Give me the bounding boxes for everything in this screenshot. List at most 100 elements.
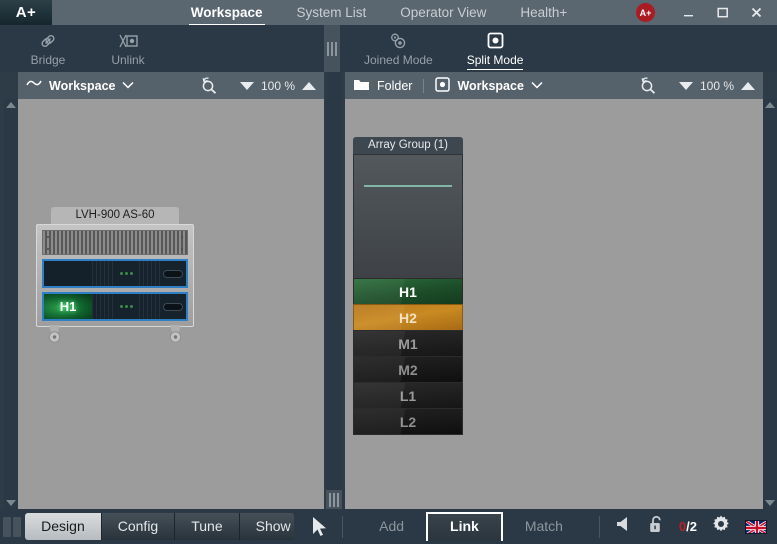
mode-segmented-control: Design Config Tune Show (25, 513, 295, 540)
bottom-divider (598, 515, 600, 538)
speaker-icon[interactable] (614, 515, 634, 538)
left-panel-view-label[interactable]: Workspace (49, 79, 115, 93)
mode-tune-button[interactable]: Tune (175, 513, 240, 540)
left-panel-zoom-value: 100 % (260, 78, 295, 93)
right-canvas[interactable]: Array Group (1) H1 H2 M1 (345, 99, 763, 509)
array-element-h1[interactable]: H1 (353, 278, 463, 305)
toolbar: Bridge Unlink Joined Mode Split Mode (0, 25, 777, 72)
left-panel-header: Workspace 100 % (18, 72, 324, 99)
tab-system-list-label: System List (296, 4, 367, 20)
tab-workspace-label: Workspace (190, 4, 263, 20)
array-element-m1[interactable]: M1 (353, 330, 463, 357)
action-link-label: Link (450, 518, 479, 534)
panel-gutter (326, 72, 342, 490)
right-panel-header: Folder Workspace 100 % (345, 72, 763, 99)
bottom-bar: Design Config Tune Show Add Link Match 0… (0, 509, 777, 544)
wave-icon (26, 78, 42, 93)
maximize-icon[interactable] (705, 0, 739, 25)
beam-overlay (354, 383, 462, 408)
array-element-m2[interactable]: M2 (353, 356, 463, 383)
minimize-icon[interactable] (671, 0, 705, 25)
left-panel-vscrollbar[interactable] (4, 99, 18, 509)
zoom-out-button[interactable] (239, 81, 254, 90)
bottom-divider (342, 515, 344, 538)
left-canvas[interactable]: LVH-900 AS-60 H1 (18, 99, 324, 509)
tab-workspace[interactable]: Workspace (188, 2, 265, 26)
panel-split-grip[interactable] (326, 490, 342, 509)
action-match-label: Match (524, 518, 563, 534)
caster-icon (46, 325, 63, 344)
array-element-l2[interactable]: L2 (353, 408, 463, 435)
folder-icon[interactable] (353, 78, 370, 94)
uk-flag-icon[interactable] (744, 519, 767, 534)
split-mode-icon (484, 30, 506, 52)
link-icon (38, 30, 58, 52)
mode-design-label: Design (41, 518, 85, 534)
right-panel-vscrollbar[interactable] (763, 99, 777, 509)
device-channel-leds (113, 294, 139, 319)
toolbar-bridge-button[interactable]: Bridge (22, 25, 74, 69)
tab-health-plus[interactable]: Health+ (518, 2, 569, 24)
beam-overlay (354, 357, 462, 382)
device-channel-meter (92, 261, 113, 286)
device-name-label: LVH-900 AS-60 (51, 207, 179, 224)
mode-config-button[interactable]: Config (101, 513, 176, 540)
toolbar-split-mode-button[interactable]: Split Mode (466, 25, 524, 70)
bottom-grip[interactable] (0, 516, 21, 537)
device-channel-row[interactable] (42, 259, 188, 288)
device-channel-row[interactable]: H1 (42, 292, 188, 321)
toolbar-left-group: Bridge Unlink (0, 25, 324, 72)
chevron-down-icon[interactable] (531, 80, 543, 92)
action-add-button[interactable]: Add (357, 512, 426, 541)
array-group[interactable]: Array Group (1) H1 H2 M1 (353, 137, 463, 435)
mode-design-button[interactable]: Design (25, 513, 102, 540)
right-panel-view-label[interactable]: Workspace (457, 79, 523, 93)
panels-area: Workspace 100 % LVH-900 AS-60 H1 Folder … (0, 72, 777, 523)
scroll-up-icon[interactable] (6, 102, 16, 108)
array-group-frame (353, 154, 463, 279)
mode-show-button[interactable]: Show (239, 513, 295, 540)
array-element-h2[interactable]: H2 (353, 304, 463, 331)
left-panel: Workspace 100 % LVH-900 AS-60 H1 (4, 72, 324, 523)
device-channel-leds (113, 261, 139, 286)
gear-icon[interactable] (711, 514, 731, 539)
device-channel-badge: H1 (44, 294, 92, 319)
scroll-down-icon[interactable] (765, 500, 775, 506)
toolbar-unlink-button[interactable]: Unlink (102, 25, 154, 69)
array-element-l1[interactable]: L1 (353, 382, 463, 409)
chevron-down-icon[interactable] (122, 80, 134, 92)
zoom-fit-icon[interactable] (199, 75, 218, 97)
action-link-button[interactable]: Link (426, 512, 503, 541)
tab-system-list[interactable]: System List (295, 2, 369, 24)
avatar[interactable]: A+ (636, 3, 655, 22)
device-lvh-900[interactable]: LVH-900 AS-60 H1 (36, 207, 194, 344)
array-rigging-wire (364, 185, 452, 187)
tab-operator-view[interactable]: Operator View (398, 2, 488, 24)
tab-operator-view-label: Operator View (400, 4, 487, 20)
split-mode-icon (435, 76, 451, 95)
right-panel-folder-label[interactable]: Folder (377, 79, 412, 93)
device-channel-meter (92, 294, 113, 319)
zoom-fit-icon[interactable] (638, 75, 657, 97)
lock-count: 0/2 (679, 519, 697, 534)
mode-tune-label: Tune (191, 518, 223, 534)
device-channel-meter (139, 261, 160, 286)
zoom-in-button[interactable] (741, 81, 755, 90)
toolbar-right-group: Joined Mode Split Mode (340, 25, 777, 72)
close-icon[interactable] (739, 0, 773, 25)
toolbar-joined-mode-button[interactable]: Joined Mode (364, 25, 433, 69)
zoom-out-button[interactable] (678, 81, 693, 90)
app-logo[interactable]: A+ (0, 0, 52, 25)
array-group-title: Array Group (1) (353, 137, 463, 154)
action-match-button[interactable]: Match (503, 512, 585, 541)
caster-icon (167, 325, 184, 344)
scroll-down-icon[interactable] (6, 500, 16, 506)
action-tabs: Add Link Match (357, 512, 585, 541)
unlock-icon[interactable] (648, 515, 665, 539)
unlink-icon (117, 30, 139, 52)
pointer-icon[interactable] (310, 516, 328, 538)
zoom-in-button[interactable] (302, 81, 316, 90)
scroll-up-icon[interactable] (765, 102, 775, 108)
toolbar-divider-grip[interactable] (324, 25, 340, 72)
joined-mode-icon (387, 30, 409, 52)
